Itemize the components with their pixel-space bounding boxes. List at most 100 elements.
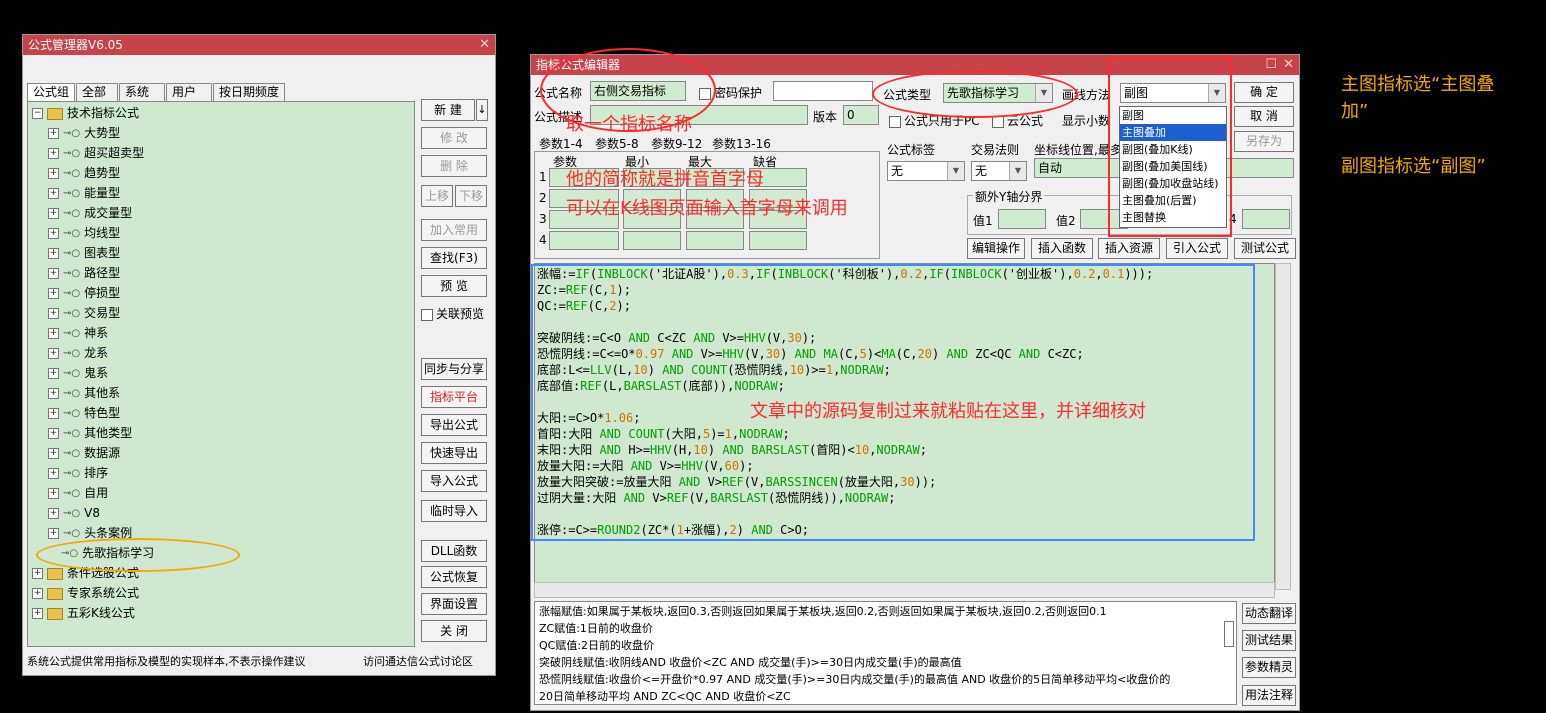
modify-button[interactable]: 修 改 [421, 127, 487, 149]
expand-icon[interactable]: + [48, 148, 59, 159]
edit-operation-button[interactable]: 编辑操作 [967, 238, 1025, 259]
expand-icon[interactable]: + [32, 608, 43, 619]
tree-item[interactable]: + ⊸○ 交易型 [48, 304, 120, 322]
tree-item[interactable]: + ⊸○ 大势型 [48, 124, 120, 142]
tree-root-colorful-k[interactable]: + 五彩K线公式 [32, 604, 135, 622]
tree-item[interactable]: + ⊸○ 超买超卖型 [48, 144, 144, 162]
tab-user[interactable]: 用户 [166, 83, 213, 101]
usage-note-button[interactable]: 用法注释 [1242, 685, 1296, 706]
save-as-button[interactable]: 另存为 [1234, 131, 1294, 152]
temp-import-button[interactable]: 临时导入 [421, 500, 487, 522]
param-cell[interactable] [749, 231, 807, 250]
expand-icon[interactable]: + [48, 448, 59, 459]
formula-restore-button[interactable]: 公式恢复 [421, 566, 487, 588]
tree-item[interactable]: + ⊸○ V8 [48, 504, 100, 522]
trade-rule-select[interactable]: 无 ▼ [971, 161, 1027, 181]
code-vertical-scrollbar[interactable] [1275, 263, 1291, 590]
tab-formula-group[interactable]: 公式组 [27, 83, 76, 102]
indicator-platform-button[interactable]: 指标平台 [421, 386, 487, 408]
insert-function-button[interactable]: 插入函数 [1031, 238, 1093, 259]
collapse-icon[interactable]: − [32, 108, 43, 119]
expand-icon[interactable]: + [48, 128, 59, 139]
dll-function-button[interactable]: DLL函数 [421, 540, 487, 562]
tree-item[interactable]: + ⊸○ 神系 [48, 324, 108, 342]
preview-button[interactable]: 预 览 [421, 275, 487, 297]
tree-item[interactable]: + ⊸○ 成交量型 [48, 204, 132, 222]
expand-icon[interactable]: + [48, 248, 59, 259]
expand-icon[interactable]: + [48, 168, 59, 179]
tree-item[interactable]: + ⊸○ 特色型 [48, 404, 120, 422]
expand-icon[interactable]: + [48, 188, 59, 199]
tree-item[interactable]: + ⊸○ 图表型 [48, 244, 120, 262]
tree-item[interactable]: + ⊸○ 能量型 [48, 184, 120, 202]
expand-icon[interactable]: + [48, 528, 59, 539]
new-button[interactable]: 新 建 [421, 99, 475, 121]
test-result-button[interactable]: 测试结果 [1242, 630, 1296, 651]
move-up-button[interactable]: 上移 [421, 185, 453, 207]
expand-icon[interactable]: + [48, 228, 59, 239]
formula-tag-select[interactable]: 无 ▼ [887, 161, 965, 181]
expand-icon[interactable]: + [48, 408, 59, 419]
expand-icon[interactable]: + [48, 508, 59, 519]
tab-param-9-12[interactable]: 参数9-12 [651, 135, 702, 152]
y1-input[interactable] [998, 209, 1046, 229]
cancel-button[interactable]: 取 消 [1234, 106, 1294, 127]
ui-settings-button[interactable]: 界面设置 [421, 593, 487, 615]
dynamic-translate-button[interactable]: 动态翻译 [1242, 603, 1296, 624]
tree-item[interactable]: + ⊸○ 其他系 [48, 384, 120, 402]
delete-button[interactable]: 删 除 [421, 155, 487, 177]
y4-input[interactable] [1242, 209, 1290, 229]
tree-item[interactable]: + ⊸○ 停损型 [48, 284, 120, 302]
insert-resource-button[interactable]: 插入资源 [1098, 238, 1160, 259]
expand-icon[interactable]: + [32, 588, 43, 599]
tab-by-date[interactable]: 按日期频度 [213, 83, 286, 101]
tree-root-technical[interactable]: − 技术指标公式 [32, 104, 139, 122]
tree-root-expert[interactable]: + 专家系统公式 [32, 584, 139, 602]
tree-item[interactable]: + ⊸○ 排序 [48, 464, 108, 482]
expand-icon[interactable]: + [48, 488, 59, 499]
expand-icon[interactable]: + [48, 348, 59, 359]
expand-icon[interactable]: + [48, 388, 59, 399]
expand-icon[interactable]: + [32, 568, 43, 579]
param-wizard-button[interactable]: 参数精灵 [1242, 657, 1296, 678]
import-formula-button[interactable]: 导入公式 [421, 470, 487, 492]
tree-item[interactable]: + ⊸○ 鬼系 [48, 364, 108, 382]
tree-item[interactable]: + ⊸○ 路径型 [48, 264, 120, 282]
ok-button[interactable]: 确 定 [1234, 82, 1294, 103]
chevron-down-icon[interactable]: ▼ [1009, 162, 1026, 180]
find-button[interactable]: 查找(F3) [421, 247, 487, 269]
explanation-scroll-thumb[interactable] [1224, 621, 1234, 647]
export-formula-button[interactable]: 导出公式 [421, 414, 487, 436]
tab-param-13-16[interactable]: 参数13-16 [712, 135, 771, 152]
tree-item[interactable]: + ⊸○ 数据源 [48, 444, 120, 462]
forum-link[interactable]: 访问通达信公式讨论区 [363, 653, 473, 669]
tree-item[interactable]: + ⊸○ 其他类型 [48, 424, 132, 442]
expand-icon[interactable]: + [48, 268, 59, 279]
tab-all[interactable]: 全部 [76, 83, 119, 101]
version-input[interactable]: 0 [843, 105, 879, 125]
tree-item[interactable]: + ⊸○ 龙系 [48, 344, 108, 362]
quick-export-button[interactable]: 快速导出 [421, 442, 487, 464]
code-horizontal-scrollbar[interactable] [534, 582, 1275, 598]
tree-item[interactable]: + ⊸○ 趋势型 [48, 164, 120, 182]
link-preview-checkbox[interactable]: 关联预览 [421, 305, 484, 322]
expand-icon[interactable]: + [48, 468, 59, 479]
checkbox-icon[interactable] [421, 308, 433, 321]
expand-icon[interactable]: + [48, 288, 59, 299]
tab-system[interactable]: 系统 [119, 83, 166, 101]
param-cell[interactable] [623, 231, 681, 250]
close-icon[interactable]: ✕ [1283, 55, 1294, 75]
chevron-down-icon[interactable]: ▼ [947, 162, 964, 180]
expand-icon[interactable]: + [48, 308, 59, 319]
tab-param-1-4[interactable]: 参数1-4 [539, 135, 583, 152]
move-down-button[interactable]: 下移 [455, 185, 487, 207]
close-button[interactable]: 关 闭 [421, 620, 487, 642]
param-cell[interactable] [686, 231, 744, 250]
sync-share-button[interactable]: 同步与分享 [421, 358, 487, 380]
maximize-icon[interactable]: ☐ [1265, 55, 1277, 75]
new-arrow-button[interactable]: ↓ [476, 99, 488, 121]
password-input[interactable] [773, 81, 873, 101]
import-formula-button[interactable]: 引入公式 [1166, 238, 1228, 259]
expand-icon[interactable]: + [48, 208, 59, 219]
tree-item[interactable]: + ⊸○ 均线型 [48, 224, 120, 242]
